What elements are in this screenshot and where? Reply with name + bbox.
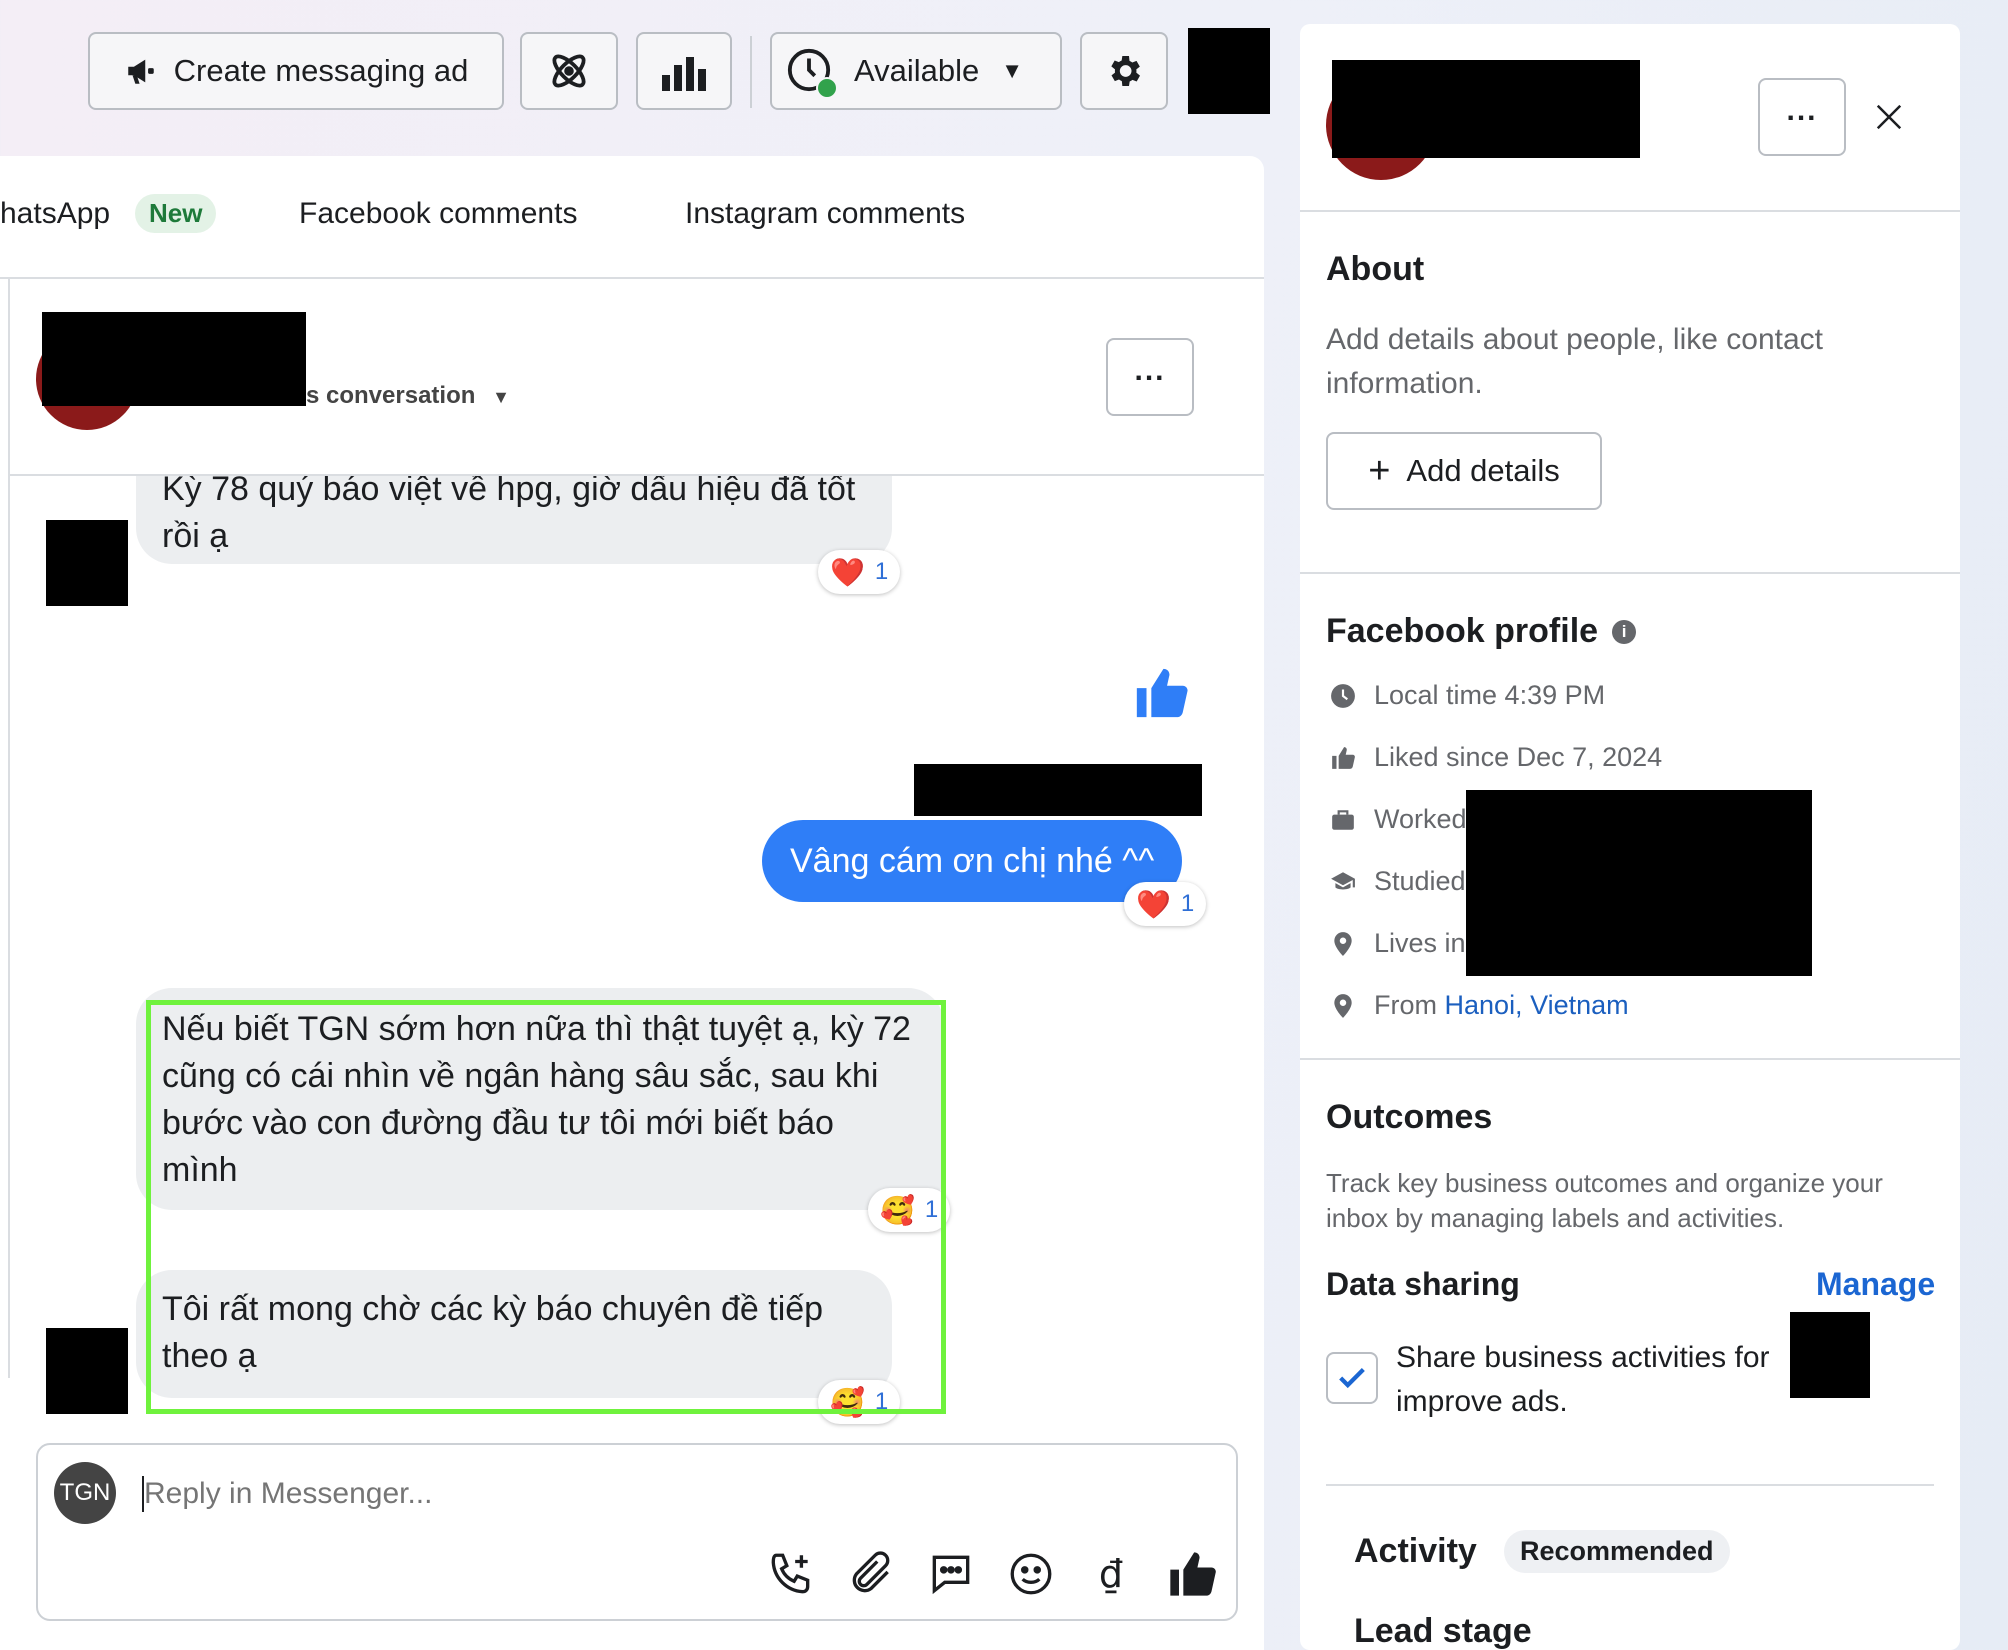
studied-row: Studied <box>1330 866 1466 897</box>
redacted-sender-avatar <box>46 520 128 606</box>
emoji-icon[interactable] <box>1006 1549 1056 1599</box>
atom-icon <box>552 54 586 88</box>
clock-icon <box>1331 683 1355 708</box>
panel-divider <box>1300 1058 1960 1060</box>
redacted-business-name <box>1790 1312 1870 1398</box>
add-details-label: Add details <box>1406 453 1560 488</box>
caret-down-icon: ▼ <box>492 387 510 407</box>
outcomes-description: Track key business outcomes and organize… <box>1326 1168 1883 1233</box>
tabs-divider <box>0 277 1264 279</box>
activity-title: Activity <box>1354 1532 1477 1570</box>
redacted-contact-name <box>42 312 306 406</box>
location-pin-icon <box>1334 931 1352 956</box>
thumbs-up-icon <box>1332 746 1355 769</box>
clock-status-icon <box>786 47 838 99</box>
toolbar-divider <box>750 36 752 108</box>
heart-emoji: ❤️ <box>1136 888 1171 920</box>
outcomes-title: Outcomes <box>1326 1098 1493 1136</box>
share-activities-checkbox[interactable] <box>1326 1352 1378 1404</box>
add-details-button[interactable]: + Add details <box>1326 432 1602 510</box>
thumbs-up-icon <box>1136 668 1188 718</box>
recommended-badge: Recommended <box>1504 1530 1730 1573</box>
message-reaction[interactable]: ❤️ 1 <box>818 550 901 594</box>
create-messaging-ad-label: Create messaging ad <box>173 53 469 88</box>
outgoing-message: Vâng cám ơn chị nhé ^^ <box>762 820 1183 902</box>
panel-more-button[interactable]: ... <box>1758 78 1846 156</box>
insights-button[interactable] <box>636 32 732 110</box>
payment-dong-icon[interactable]: ₫ <box>1086 1552 1136 1596</box>
panel-divider <box>1326 1484 1934 1486</box>
gear-icon <box>1111 56 1140 86</box>
manage-link[interactable]: Manage <box>1816 1266 1935 1303</box>
lead-stage-title: Lead stage <box>1354 1612 1532 1650</box>
info-icon[interactable]: i <box>1612 619 1637 644</box>
from-row: From Hanoi, Vietnam <box>1330 990 1629 1021</box>
reply-input[interactable] <box>144 1472 1204 1516</box>
panel-divider <box>1300 572 1960 574</box>
close-icon[interactable] <box>1874 102 1904 132</box>
plus-icon: + <box>1368 450 1391 492</box>
composer-actions: ₫ <box>766 1548 1218 1600</box>
highlight-box <box>146 1000 946 1414</box>
facebook-profile-title: Facebook profile i <box>1326 612 1637 651</box>
more-dots-icon: ... <box>1134 354 1166 387</box>
redacted-profile-details <box>1466 790 1812 976</box>
data-sharing-title: Data sharing <box>1326 1266 1520 1302</box>
incoming-message: Kỳ 78 quý báo việt về hpg, giờ dấu hiệu … <box>136 476 892 564</box>
redacted-sender-avatar <box>46 1328 128 1414</box>
checkmark-icon <box>1339 1367 1365 1389</box>
phone-add-icon[interactable] <box>766 1549 816 1599</box>
heart-emoji: ❤️ <box>830 556 865 588</box>
liked-since-row: Liked since Dec 7, 2024 <box>1330 742 1662 773</box>
about-description: Add details about people, like contact i… <box>1326 323 1824 400</box>
assign-conversation-dropdown[interactable]: s conversation ▼ <box>306 382 510 410</box>
graduation-cap-icon <box>1331 871 1355 889</box>
availability-label: Available <box>854 53 980 88</box>
saved-replies-icon[interactable] <box>926 1549 976 1599</box>
message-list: Kỳ 78 quý báo việt về hpg, giờ dấu hiệu … <box>8 476 1264 1436</box>
reaction-count: 1 <box>874 558 889 585</box>
lives-in-row: Lives in <box>1330 928 1466 959</box>
tab-instagram-comments[interactable]: Instagram comments <box>685 197 965 231</box>
create-messaging-ad-button[interactable]: Create messaging ad <box>88 32 504 110</box>
new-badge: New <box>135 194 217 233</box>
more-dots-icon: ... <box>1786 94 1818 127</box>
panel-divider <box>1300 210 1960 212</box>
local-time-row: Local time 4:39 PM <box>1330 680 1605 711</box>
redacted-contact-name <box>1332 60 1640 158</box>
redacted-block <box>1188 28 1270 114</box>
status-dot <box>816 77 838 99</box>
megaphone-icon <box>127 59 154 84</box>
availability-dropdown[interactable]: Available ▼ <box>770 32 1062 110</box>
worked-row: Worked <box>1330 804 1467 835</box>
redacted-sender-label <box>914 764 1202 816</box>
conversation-more-button[interactable]: ... <box>1106 338 1194 416</box>
tab-facebook-comments[interactable]: Facebook comments <box>299 197 577 231</box>
paperclip-icon[interactable] <box>846 1549 896 1599</box>
integrations-button[interactable] <box>520 32 618 110</box>
bar-chart-icon <box>662 57 706 91</box>
hometown-link[interactable]: Hanoi, Vietnam <box>1445 990 1629 1020</box>
location-pin-icon <box>1334 993 1352 1018</box>
reaction-count: 1 <box>1180 890 1195 917</box>
settings-button[interactable] <box>1080 32 1168 110</box>
briefcase-icon <box>1332 809 1354 830</box>
caret-down-icon: ▼ <box>1001 58 1024 83</box>
about-title: About <box>1326 250 1425 288</box>
page-avatar: TGN <box>54 1462 116 1524</box>
like-send-icon[interactable] <box>1166 1548 1218 1600</box>
tab-whatsapp[interactable]: hatsApp <box>0 197 110 231</box>
message-reaction[interactable]: ❤️ 1 <box>1124 882 1207 926</box>
